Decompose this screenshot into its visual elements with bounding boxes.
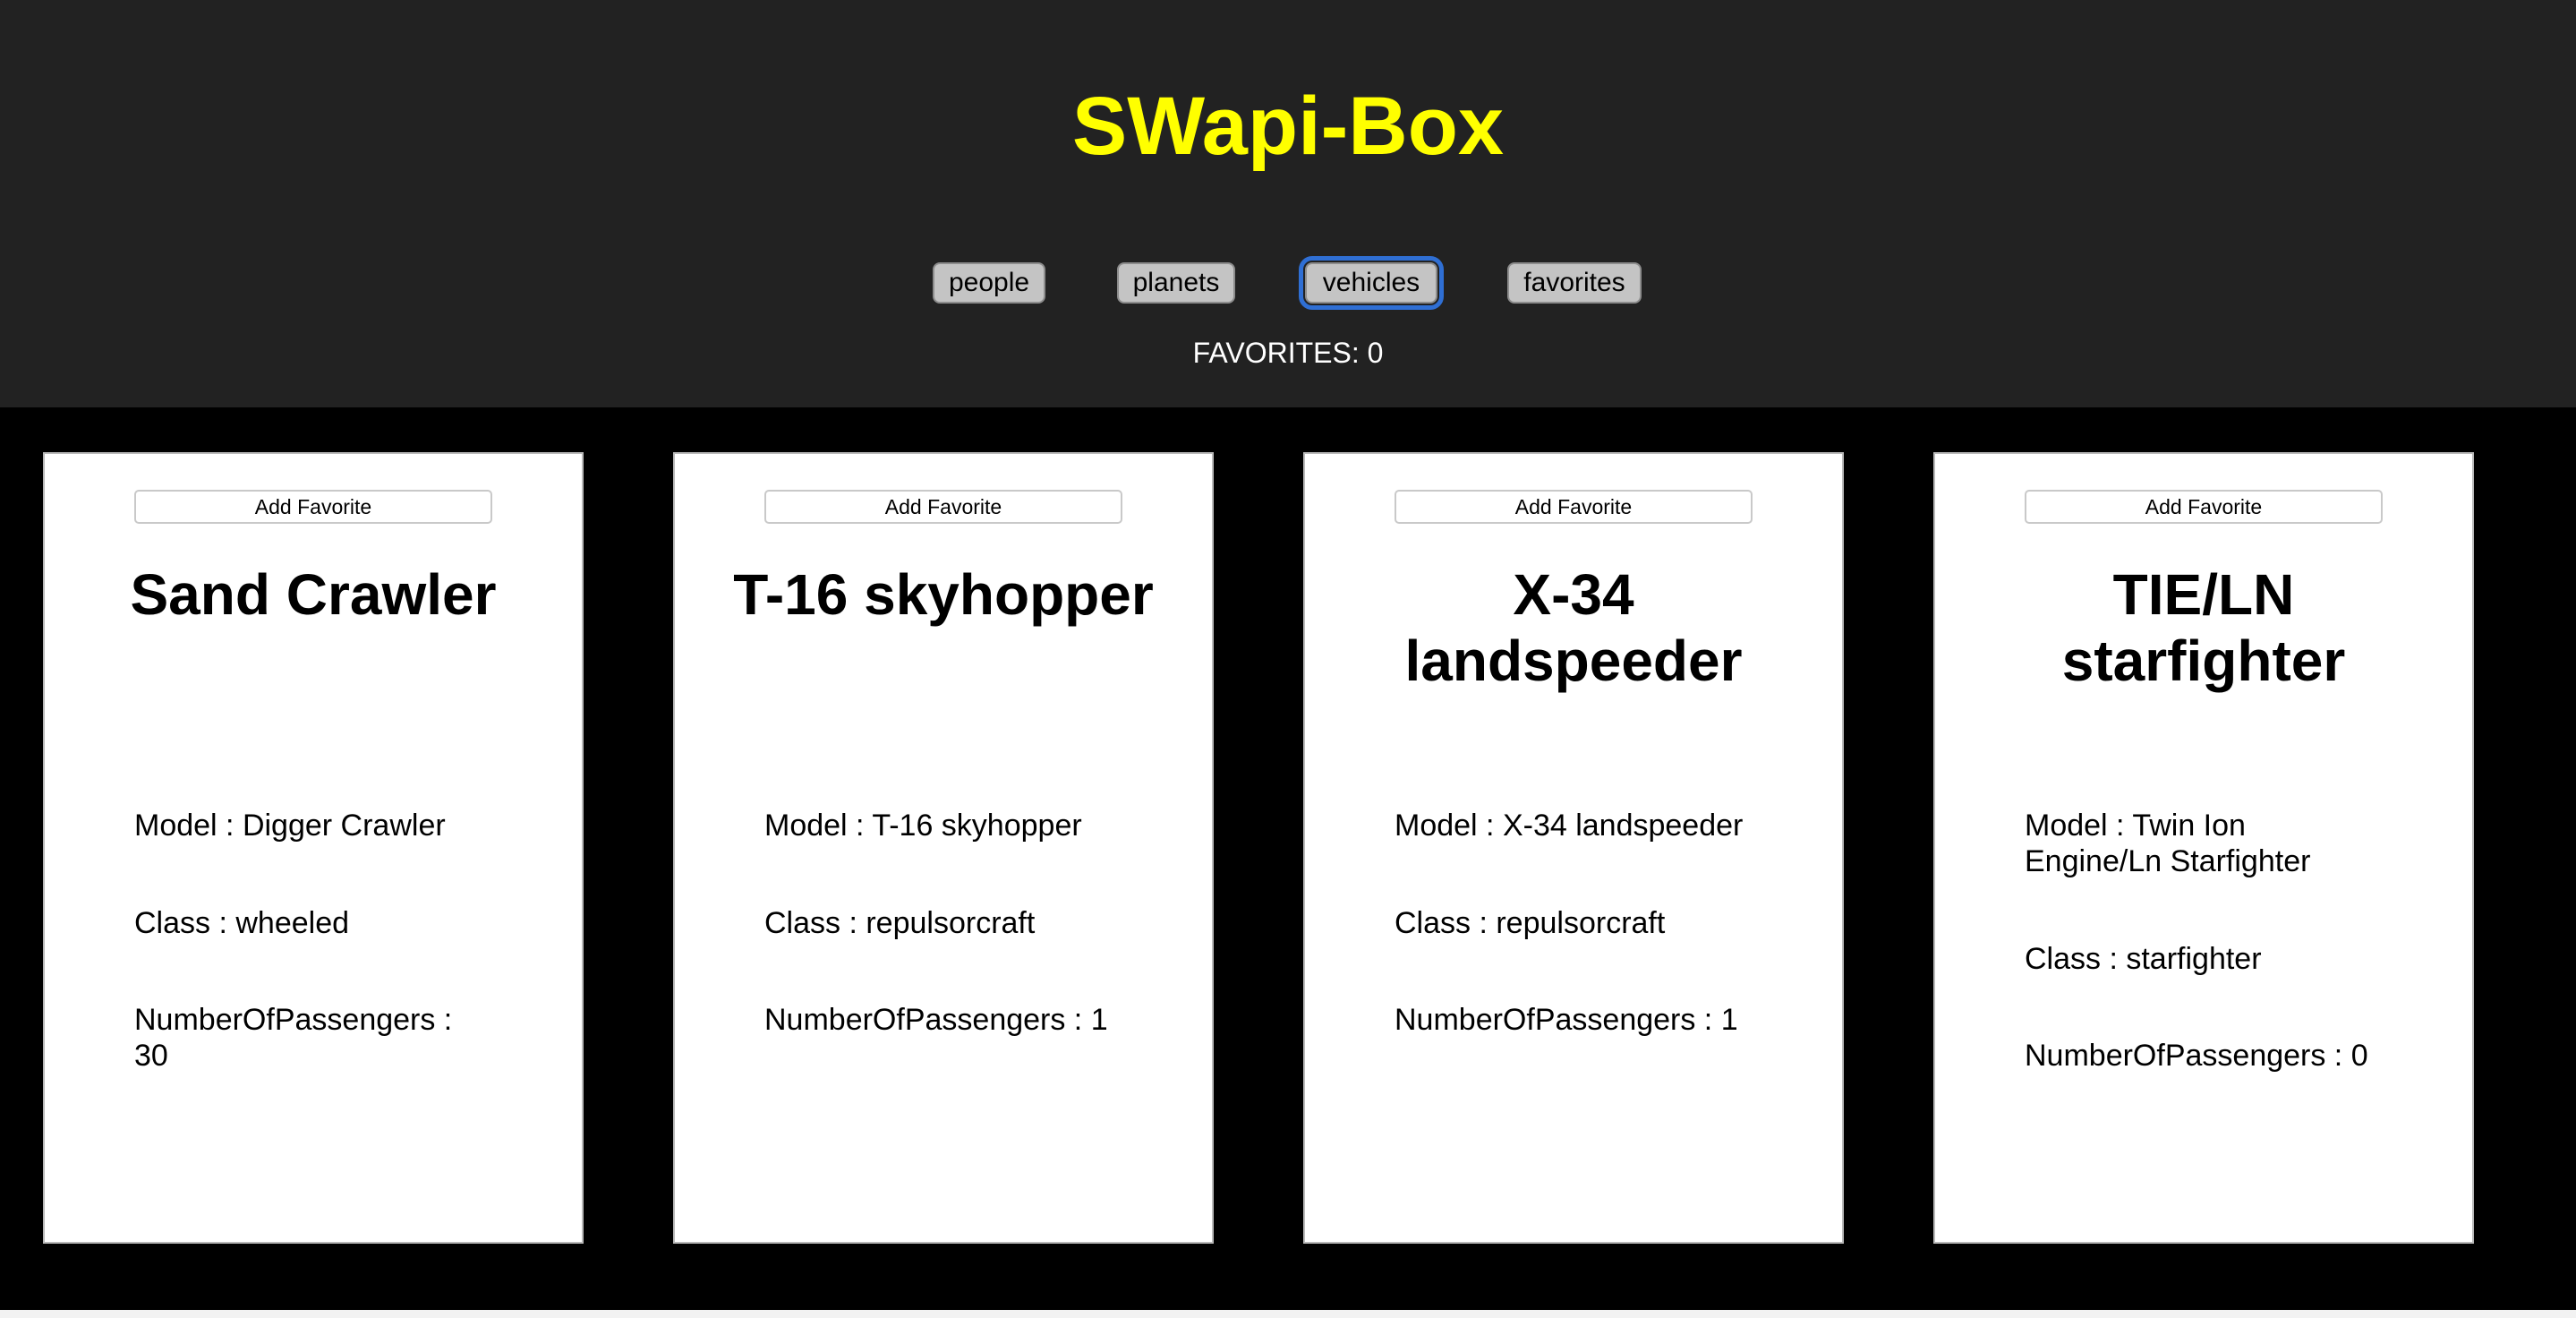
vehicle-card: Add Favorite T-16 skyhopper Model : T-16…: [673, 452, 1214, 1244]
card-class: Class : wheeled: [134, 906, 350, 940]
card-class: Class : starfighter: [2025, 942, 2262, 976]
vehicle-card: Add Favorite Sand Crawler Model : Digger…: [43, 452, 584, 1244]
app-title: SWapi-Box: [1071, 81, 1505, 172]
favorites-button[interactable]: favorites: [1507, 262, 1642, 304]
card-title: T-16 skyhopper: [733, 562, 1154, 627]
add-favorite-button[interactable]: Add Favorite: [134, 490, 492, 524]
add-favorite-button[interactable]: Add Favorite: [2025, 490, 2383, 524]
card-title: X-34 landspeeder: [1404, 562, 1743, 693]
card-class: Class : repulsorcraft: [764, 906, 1036, 940]
card-passengers: NumberOfPassengers : 1: [764, 1003, 1108, 1037]
card-model: Model : T-16 skyhopper: [764, 809, 1082, 843]
card-passengers: NumberOfPassengers : 30: [134, 1003, 453, 1073]
card-title: Sand Crawler: [130, 562, 497, 627]
cards-container: Add Favorite Sand Crawler Model : Digger…: [0, 407, 2576, 1310]
card-class: Class : repulsorcraft: [1395, 906, 1666, 940]
people-button[interactable]: people: [933, 262, 1045, 304]
add-favorite-button[interactable]: Add Favorite: [764, 490, 1122, 524]
add-favorite-button[interactable]: Add Favorite: [1395, 490, 1753, 524]
header: SWapi-Box people planets vehicles favori…: [0, 0, 2576, 407]
vehicle-card: Add Favorite X-34 landspeeder Model : X-…: [1303, 452, 1844, 1244]
vehicle-card: Add Favorite TIE/LN starfighter Model : …: [1933, 452, 2474, 1244]
category-nav: people planets vehicles favorites: [0, 256, 2576, 310]
favorites-count: FAVORITES: 0: [1192, 337, 1384, 369]
card-model: Model : Twin Ion Engine/Ln Starfighter: [2025, 809, 2311, 878]
card-passengers: NumberOfPassengers : 1: [1395, 1003, 1738, 1037]
card-title: TIE/LN starfighter: [2061, 562, 2346, 693]
card-passengers: NumberOfPassengers : 0: [2025, 1039, 2368, 1073]
card-model: Model : X-34 landspeeder: [1395, 809, 1744, 843]
card-model: Model : Digger Crawler: [134, 809, 446, 843]
planets-button[interactable]: planets: [1117, 262, 1235, 304]
vehicles-button[interactable]: vehicles: [1299, 256, 1444, 310]
